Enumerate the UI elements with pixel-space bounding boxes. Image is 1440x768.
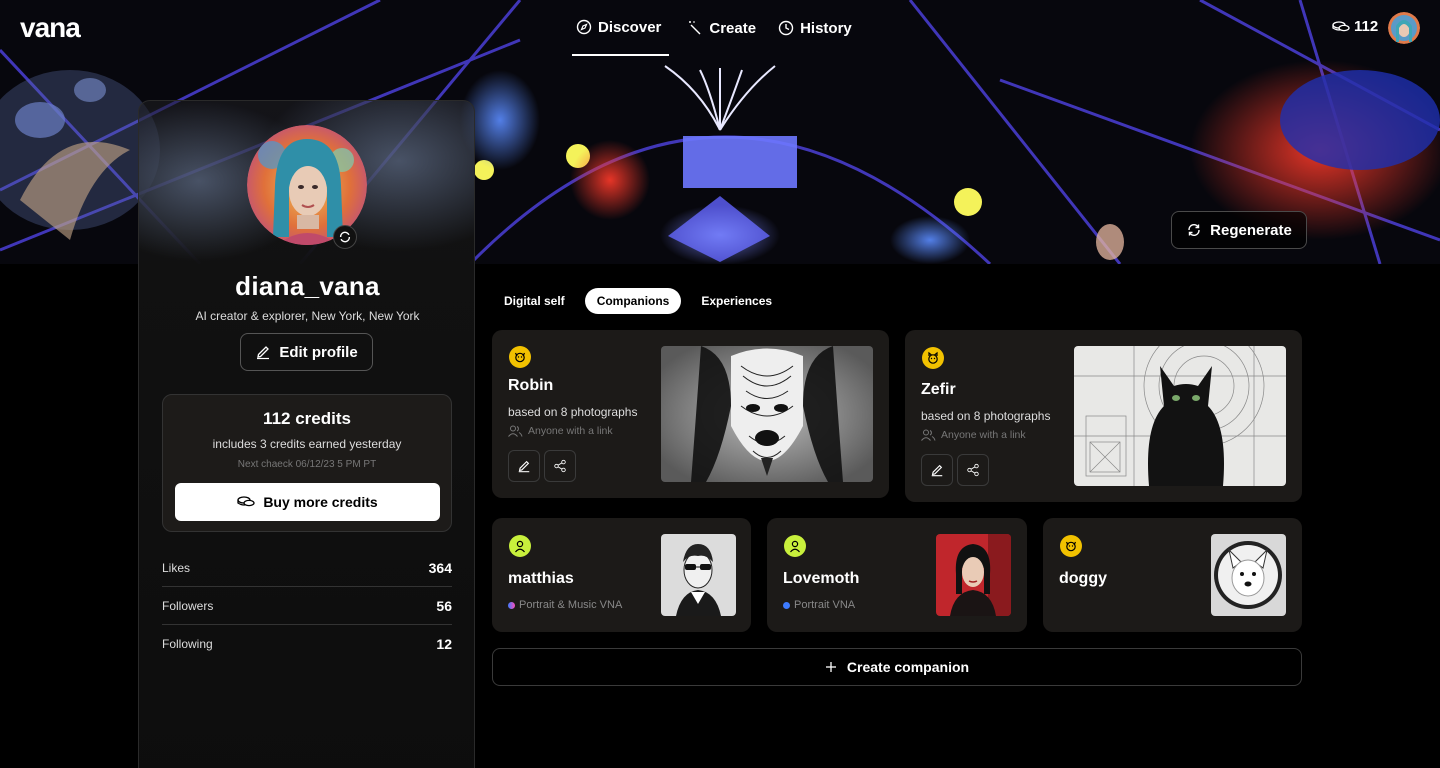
tab-experiences[interactable]: Experiences <box>689 288 784 314</box>
tab-digital-self[interactable]: Digital self <box>492 288 577 314</box>
gradient-dot-icon <box>508 601 515 609</box>
companion-tag: Portrait & Music VNA <box>508 599 622 611</box>
companion-image <box>1211 534 1286 616</box>
credits-total: 112 credits <box>263 409 351 428</box>
edit-companion-button[interactable] <box>921 454 953 486</box>
plus-icon <box>825 662 836 672</box>
nav-tab-create[interactable]: Create <box>683 0 760 56</box>
people-icon <box>921 429 936 441</box>
stat-value: 12 <box>436 636 452 652</box>
stat-value: 56 <box>436 597 452 614</box>
cat-face-icon <box>922 347 944 369</box>
companion-name: Lovemoth <box>783 570 860 587</box>
companion-visibility: Anyone with a link <box>508 425 613 437</box>
main-nav-tabs: Discover Create History <box>572 0 870 56</box>
person-icon <box>509 535 531 557</box>
tab-companions[interactable]: Companions <box>584 288 682 314</box>
companion-image <box>936 534 1011 616</box>
stat-label: Likes <box>162 560 191 575</box>
clock-icon <box>778 20 794 36</box>
edit-profile-button[interactable]: Edit profile <box>240 333 373 371</box>
companion-image <box>661 534 736 616</box>
edit-profile-label: Edit profile <box>279 343 358 361</box>
profile-card: diana_vana AI creator & explorer, New Yo… <box>138 100 475 768</box>
credits-count: 112 <box>1354 18 1379 35</box>
companion-source: based on 8 photographs <box>921 409 1051 423</box>
stat-followers[interactable]: Followers 56 <box>162 587 452 625</box>
nav-tab-label: Discover <box>598 18 662 36</box>
companion-name: doggy <box>1059 570 1107 587</box>
profile-bio: AI creator & explorer, New York, New Yor… <box>195 309 420 323</box>
dog-face-icon <box>1060 535 1082 557</box>
companion-card-lovemoth[interactable]: Lovemoth Portrait VNA <box>767 518 1027 632</box>
companion-card-matthias[interactable]: matthias Portrait & Music VNA <box>492 518 751 632</box>
companion-card-robin[interactable]: Robin based on 8 photographs Anyone with… <box>492 330 889 498</box>
visibility-label: Anyone with a link <box>941 429 1026 441</box>
regenerate-icon <box>1188 223 1200 237</box>
companion-source: based on 8 photographs <box>508 405 638 419</box>
person-icon <box>784 535 806 557</box>
companion-tag: Portrait VNA <box>783 599 855 611</box>
companion-visibility: Anyone with a link <box>921 429 1026 441</box>
edit-companion-button[interactable] <box>508 450 540 482</box>
credits-panel: 112 credits includes 3 credits earned ye… <box>162 394 452 532</box>
credits-next-check: Next chaeck 06/12/23 5 PM PT <box>237 459 377 470</box>
profile-tabs: Digital self Companions Experiences <box>492 288 784 314</box>
pencil-icon <box>931 464 943 477</box>
pencil-icon <box>257 346 270 360</box>
blue-dot-icon <box>783 601 790 609</box>
companion-card-doggy[interactable]: doggy <box>1043 518 1302 632</box>
stat-following[interactable]: Following 12 <box>162 625 452 663</box>
stat-label: Following <box>162 637 213 651</box>
people-icon <box>508 425 523 437</box>
nav-tab-history[interactable]: History <box>774 0 856 56</box>
share-icon <box>554 459 566 473</box>
top-navigation: vana Discover Create History 112 <box>0 0 1440 56</box>
stat-likes[interactable]: Likes 364 <box>162 549 452 587</box>
buy-credits-button[interactable]: Buy more credits <box>175 483 440 521</box>
share-companion-button[interactable] <box>957 454 989 486</box>
companion-name: Robin <box>508 377 554 394</box>
companion-card-zefir[interactable]: Zefir based on 8 photographs Anyone with… <box>905 330 1302 502</box>
stat-label: Followers <box>162 598 214 613</box>
share-icon <box>967 463 979 477</box>
stat-value: 364 <box>428 559 452 576</box>
coins-icon <box>237 496 255 507</box>
vana-logo[interactable]: vana <box>20 12 81 44</box>
companion-name: matthias <box>508 570 574 587</box>
dog-face-icon <box>509 346 531 368</box>
share-companion-button[interactable] <box>544 450 576 482</box>
regenerate-label: Regenerate <box>1210 221 1292 239</box>
create-companion-label: Create companion <box>846 659 970 675</box>
regenerate-button[interactable]: Regenerate <box>1171 211 1307 249</box>
avatar-image <box>1388 12 1420 44</box>
profile-username: diana_vana <box>235 271 380 301</box>
visibility-label: Anyone with a link <box>528 425 613 437</box>
change-avatar-button[interactable] <box>333 225 357 249</box>
credits-earned-note: includes 3 credits earned yesterday <box>212 437 402 451</box>
coins-icon <box>1332 20 1350 31</box>
create-companion-button[interactable]: Create companion <box>492 648 1302 686</box>
nav-tab-label: History <box>800 19 852 37</box>
companion-tag-label: Portrait & Music VNA <box>519 599 623 611</box>
companion-tag-label: Portrait VNA <box>794 599 856 611</box>
companion-image <box>1074 346 1286 486</box>
magic-wand-icon <box>689 21 701 35</box>
companion-name: Zefir <box>921 381 956 398</box>
profile-stats: Likes 364 Followers 56 Following 12 <box>162 549 452 663</box>
pencil-icon <box>518 460 530 473</box>
credits-counter[interactable]: 112 <box>1332 18 1378 35</box>
companion-image <box>661 346 873 482</box>
nav-tab-discover[interactable]: Discover <box>572 0 670 56</box>
regenerate-icon <box>339 231 351 243</box>
user-avatar[interactable] <box>1388 12 1420 44</box>
compass-icon <box>576 19 592 35</box>
nav-tab-label: Create <box>709 19 757 37</box>
buy-credits-label: Buy more credits <box>263 494 378 510</box>
